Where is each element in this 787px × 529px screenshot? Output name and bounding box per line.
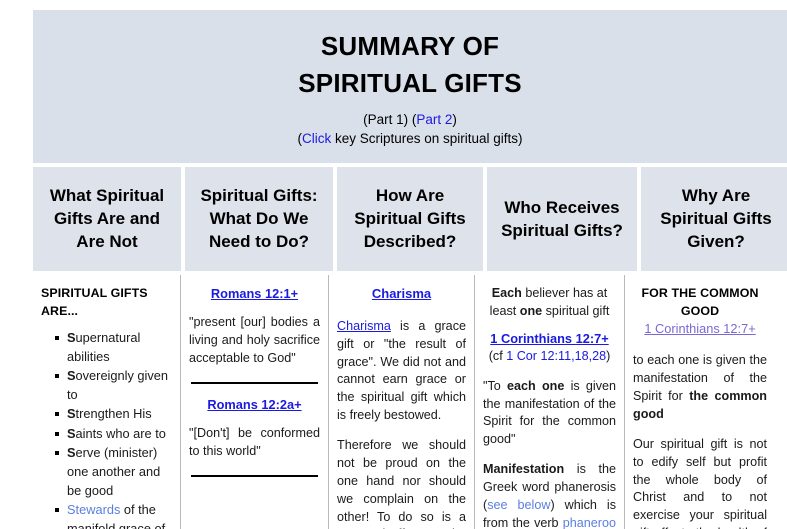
- stewards-link[interactable]: Stewards: [67, 502, 120, 517]
- column-header-row: What Spiritual Gifts Are and Are Not Spi…: [33, 166, 787, 271]
- col1-gift-list: Supernatural abilities Sovereignly given…: [41, 329, 172, 529]
- list-item: Supernatural abilities: [55, 329, 172, 366]
- part-mid-paren: ) (: [403, 111, 417, 127]
- column-body-row: SPIRITUAL GIFTS ARE... Supernatural abil…: [33, 274, 787, 529]
- phaneroo-link[interactable]: phaneroo: [563, 516, 616, 529]
- part2-link[interactable]: Part 2: [416, 112, 452, 127]
- column-header-label: What Spiritual Gifts Are and Are Not: [49, 186, 165, 252]
- col5-heading-line1: FOR THE COMMON: [641, 285, 759, 300]
- column-body-who-receives: Each believer has at least one spiritual…: [475, 274, 625, 529]
- first-corinthians-12-7-link[interactable]: 1 Corinthians 12:7+: [483, 330, 616, 348]
- page-title-line1: SUMMARY OF: [320, 31, 500, 61]
- col2-quote-1: "present [our] bodies a living and holy …: [189, 315, 320, 365]
- page-title-line2: SPIRITUAL GIFTS: [298, 67, 522, 98]
- list-item-rest: trengthen His: [75, 406, 152, 422]
- romans-12-2a-link[interactable]: Romans 12:2a+: [189, 396, 320, 414]
- part-links: (Part 1) (Part 2): [43, 110, 777, 130]
- col2-divider-2: [191, 474, 318, 477]
- see-below-link[interactable]: see below: [487, 498, 550, 512]
- page-root: SUMMARY OF SPIRITUAL GIFTS (Part 1) (Par…: [0, 0, 787, 529]
- list-item: Serve (minister) one another and be good: [55, 444, 172, 500]
- list-item-lead: S: [67, 368, 76, 384]
- list-item-lead: S: [67, 445, 76, 461]
- list-item-lead: S: [67, 425, 76, 441]
- col4-reference-block: 1 Corinthians 12:7+ (cf 1 Cor 12:11,18,28…: [483, 330, 616, 366]
- charisma-heading-link[interactable]: Charisma: [372, 286, 431, 301]
- col5-heading-line2: GOOD: [680, 303, 720, 318]
- list-item-lead: S: [67, 406, 76, 422]
- column-body-what-gifts-are: SPIRITUAL GIFTS ARE... Supernatural abil…: [33, 274, 181, 529]
- col4-p1-d: spiritual gift: [542, 303, 610, 318]
- col4-manifestation-paragraph: Manifestation is the Greek word phaneros…: [483, 461, 616, 529]
- list-item: Stewards of the manifold grace of God: [55, 501, 172, 529]
- column-header-what-to-do: Spiritual Gifts: What Do We Need to Do?: [185, 166, 333, 271]
- column-header-label: Spiritual Gifts: What Do We Need to Do?: [200, 186, 318, 252]
- col4-q-a: "To: [483, 378, 508, 393]
- list-item: Saints who are to: [55, 425, 172, 444]
- part-close-paren: ): [452, 111, 457, 127]
- col3-paragraph-1-rest: is a grace gift or "the result of grace"…: [337, 318, 466, 423]
- col4-quote: "To each one is given the manifestation …: [483, 378, 616, 450]
- list-item-rest: aints who are to: [75, 425, 166, 441]
- romans-12-1-link[interactable]: Romans 12:1+: [189, 285, 320, 303]
- column-body-how-described: Charisma Charisma is a grace gift or "th…: [329, 274, 475, 529]
- col5-paragraph-2: Our spiritual gift is not to edify self …: [633, 436, 767, 529]
- column-body-why-given: FOR THE COMMON GOOD 1 Corinthians 12:7+ …: [625, 275, 775, 529]
- column-header-label: Who Receives Spiritual Gifts?: [501, 197, 623, 240]
- list-item-rest: upernatural abilities: [67, 330, 141, 364]
- col3-heading-wrap: Charisma: [337, 285, 466, 304]
- list-item: Sovereignly given to: [55, 367, 172, 404]
- column-header-who-receives: Who Receives Spiritual Gifts?: [487, 166, 637, 271]
- col4-cf-close: ): [606, 348, 611, 363]
- title-band: SUMMARY OF SPIRITUAL GIFTS (Part 1) (Par…: [33, 10, 787, 163]
- list-item-rest: erve (minister) one another and be good: [67, 445, 161, 498]
- col3-paragraph-1: Charisma is a grace gift or "the result …: [337, 318, 466, 425]
- col4-one-bold: one: [519, 303, 543, 318]
- col4-paragraph-1: Each believer has at least one spiritual…: [483, 285, 616, 321]
- list-item-lead: S: [67, 330, 76, 346]
- column-body-what-to-do: Romans 12:1+ "present [our] bodies a liv…: [181, 274, 329, 529]
- click-rest-text: key Scriptures on spiritual gifts): [331, 131, 523, 147]
- list-item-rest: overeignly given to: [67, 368, 169, 402]
- list-item: Strengthen His: [55, 405, 172, 424]
- summary-table: SUMMARY OF SPIRITUAL GIFTS (Part 1) (Par…: [33, 10, 787, 529]
- col4-each-one-bold: each one: [507, 378, 565, 393]
- col2-quote-2: "[Don't] be conformed to this world": [189, 425, 320, 458]
- col5-first-corinthians-12-7-link[interactable]: 1 Corinthians 12:7+: [633, 320, 767, 338]
- col4-cf-open: (cf: [488, 348, 507, 363]
- charisma-inline-link[interactable]: Charisma: [337, 319, 391, 333]
- column-header-how-described: How Are Spiritual Gifts Described?: [337, 166, 483, 271]
- col3-paragraph-2: Therefore we should not be proud on the …: [337, 438, 466, 529]
- cf-1cor-link[interactable]: 1 Cor 12:11,18,28: [506, 349, 606, 363]
- column-header-label: Why Are Spiritual Gifts Given?: [660, 186, 772, 252]
- column-header-why-given: Why Are Spiritual Gifts Given?: [641, 166, 787, 271]
- part1-label: Part 1: [367, 111, 404, 127]
- col5-quote: to each one is given the manifestation o…: [633, 352, 767, 424]
- col4-manifestation-bold: Manifestation: [483, 462, 565, 477]
- col1-heading: SPIRITUAL GIFTS ARE...: [41, 285, 148, 318]
- click-link[interactable]: Click: [302, 131, 331, 146]
- col2-divider-1: [191, 381, 318, 384]
- click-scriptures-line: (Click key Scriptures on spiritual gifts…: [43, 129, 777, 149]
- column-header-label: How Are Spiritual Gifts Described?: [354, 186, 466, 252]
- col4-each-bold: Each: [491, 285, 522, 300]
- column-header-what-gifts-are: What Spiritual Gifts Are and Are Not: [33, 166, 181, 271]
